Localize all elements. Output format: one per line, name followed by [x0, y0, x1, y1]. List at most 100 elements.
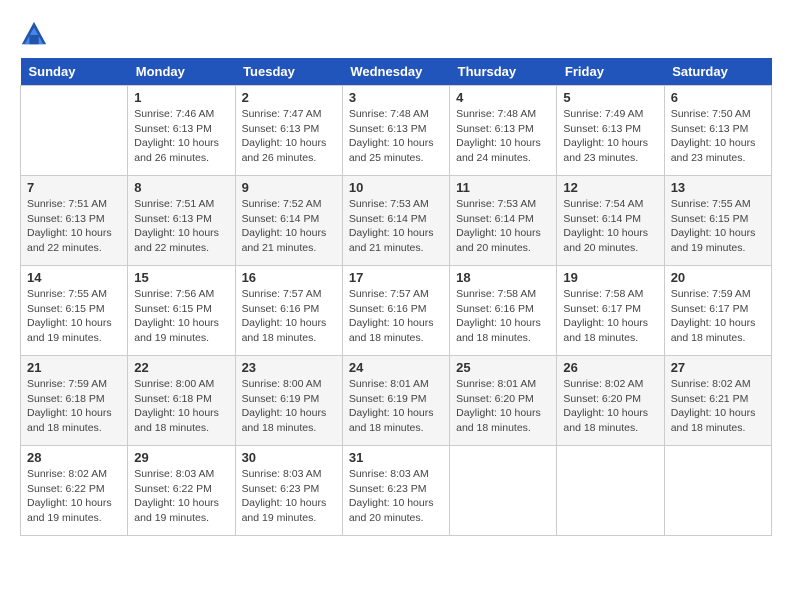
calendar-cell: 13 Sunrise: 7:55 AMSunset: 6:15 PMDayligh… — [664, 176, 771, 266]
day-number: 23 — [242, 360, 336, 375]
calendar-cell: 23Sunrise: 8:00 AMSunset: 6:19 PMDayligh… — [235, 356, 342, 446]
calendar-cell: 14 Sunrise: 7:55 AMSunset: 6:15 PMDayligh… — [21, 266, 128, 356]
day-header-thursday: Thursday — [450, 58, 557, 86]
day-number: 26 — [563, 360, 657, 375]
day-info: Sunrise: 7:57 AMSunset: 6:16 PMDaylight:… — [242, 287, 336, 346]
day-info: Sunrise: 7:52 AMSunset: 6:14 PMDaylight:… — [242, 197, 336, 256]
day-number: 9 — [242, 180, 336, 195]
calendar-cell: 1 Sunrise: 7:46 AMSunset: 6:13 PMDaylight… — [128, 86, 235, 176]
day-info: Sunrise: 7:47 AMSunset: 6:13 PMDaylight:… — [242, 107, 336, 166]
calendar-week-row: 28 Sunrise: 8:02 AMSunset: 6:22 PMDayligh… — [21, 446, 772, 536]
calendar-cell: 2 Sunrise: 7:47 AMSunset: 6:13 PMDaylight… — [235, 86, 342, 176]
calendar-cell: 22 Sunrise: 8:00 AMSunset: 6:18 PMDayligh… — [128, 356, 235, 446]
day-number: 13 — [671, 180, 765, 195]
day-header-tuesday: Tuesday — [235, 58, 342, 86]
calendar-cell: 28 Sunrise: 8:02 AMSunset: 6:22 PMDayligh… — [21, 446, 128, 536]
calendar-cell: 20 Sunrise: 7:59 AMSunset: 6:17 PMDayligh… — [664, 266, 771, 356]
calendar-cell: 29 Sunrise: 8:03 AMSunset: 6:22 PMDayligh… — [128, 446, 235, 536]
day-header-monday: Monday — [128, 58, 235, 86]
day-info: Sunrise: 8:03 AMSunset: 6:23 PMDaylight:… — [349, 467, 443, 526]
calendar-cell: 24 Sunrise: 8:01 AMSunset: 6:19 PMDayligh… — [342, 356, 449, 446]
logo-icon — [20, 20, 48, 48]
day-number: 20 — [671, 270, 765, 285]
calendar-week-row: 7 Sunrise: 7:51 AMSunset: 6:13 PMDaylight… — [21, 176, 772, 266]
day-header-friday: Friday — [557, 58, 664, 86]
day-header-wednesday: Wednesday — [342, 58, 449, 86]
calendar-cell: 3 Sunrise: 7:48 AMSunset: 6:13 PMDaylight… — [342, 86, 449, 176]
calendar-cell — [557, 446, 664, 536]
calendar-cell: 11Sunrise: 7:53 AMSunset: 6:14 PMDayligh… — [450, 176, 557, 266]
calendar-cell: 12 Sunrise: 7:54 AMSunset: 6:14 PMDayligh… — [557, 176, 664, 266]
day-number: 5 — [563, 90, 657, 105]
calendar-cell: 4 Sunrise: 7:48 AMSunset: 6:13 PMDaylight… — [450, 86, 557, 176]
day-info: Sunrise: 7:56 AMSunset: 6:15 PMDaylight:… — [134, 287, 228, 346]
day-number: 3 — [349, 90, 443, 105]
calendar-cell: 17 Sunrise: 7:57 AMSunset: 6:16 PMDayligh… — [342, 266, 449, 356]
day-info: Sunrise: 8:02 AMSunset: 6:20 PMDaylight:… — [563, 377, 657, 436]
day-info: Sunrise: 7:50 AMSunset: 6:13 PMDaylight:… — [671, 107, 765, 166]
day-number: 25 — [456, 360, 550, 375]
day-info: Sunrise: 7:55 AMSunset: 6:15 PMDaylight:… — [27, 287, 121, 346]
day-number: 30 — [242, 450, 336, 465]
day-number: 18 — [456, 270, 550, 285]
day-number: 19 — [563, 270, 657, 285]
day-info: Sunrise: 7:48 AMSunset: 6:13 PMDaylight:… — [349, 107, 443, 166]
day-number: 14 — [27, 270, 121, 285]
day-number: 21 — [27, 360, 121, 375]
calendar-cell — [664, 446, 771, 536]
day-info: Sunrise: 8:01 AMSunset: 6:19 PMDaylight:… — [349, 377, 443, 436]
day-number: 24 — [349, 360, 443, 375]
day-number: 12 — [563, 180, 657, 195]
day-info: Sunrise: 8:03 AMSunset: 6:22 PMDaylight:… — [134, 467, 228, 526]
day-info: Sunrise: 8:03 AMSunset: 6:23 PMDaylight:… — [242, 467, 336, 526]
calendar-week-row: 1 Sunrise: 7:46 AMSunset: 6:13 PMDaylight… — [21, 86, 772, 176]
day-number: 29 — [134, 450, 228, 465]
day-number: 28 — [27, 450, 121, 465]
calendar-cell: 16 Sunrise: 7:57 AMSunset: 6:16 PMDayligh… — [235, 266, 342, 356]
calendar-cell: 31 Sunrise: 8:03 AMSunset: 6:23 PMDayligh… — [342, 446, 449, 536]
calendar-cell: 25 Sunrise: 8:01 AMSunset: 6:20 PMDayligh… — [450, 356, 557, 446]
day-info: Sunrise: 7:49 AMSunset: 6:13 PMDaylight:… — [563, 107, 657, 166]
day-number: 22 — [134, 360, 228, 375]
calendar-week-row: 14 Sunrise: 7:55 AMSunset: 6:15 PMDayligh… — [21, 266, 772, 356]
day-number: 4 — [456, 90, 550, 105]
day-number: 16 — [242, 270, 336, 285]
day-info: Sunrise: 7:48 AMSunset: 6:13 PMDaylight:… — [456, 107, 550, 166]
calendar-cell: 27 Sunrise: 8:02 AMSunset: 6:21 PMDayligh… — [664, 356, 771, 446]
day-number: 15 — [134, 270, 228, 285]
day-info: Sunrise: 7:51 AMSunset: 6:13 PMDaylight:… — [27, 197, 121, 256]
day-info: Sunrise: 7:53 AMSunset: 6:14 PMDaylight:… — [456, 197, 550, 256]
calendar-cell: 6Sunrise: 7:50 AMSunset: 6:13 PMDaylight… — [664, 86, 771, 176]
day-info: Sunrise: 7:54 AMSunset: 6:14 PMDaylight:… — [563, 197, 657, 256]
day-number: 27 — [671, 360, 765, 375]
calendar-cell: 10Sunrise: 7:53 AMSunset: 6:14 PMDayligh… — [342, 176, 449, 266]
day-info: Sunrise: 8:02 AMSunset: 6:22 PMDaylight:… — [27, 467, 121, 526]
day-info: Sunrise: 8:01 AMSunset: 6:20 PMDaylight:… — [456, 377, 550, 436]
day-header-sunday: Sunday — [21, 58, 128, 86]
calendar-cell: 19 Sunrise: 7:58 AMSunset: 6:17 PMDayligh… — [557, 266, 664, 356]
day-info: Sunrise: 7:59 AMSunset: 6:17 PMDaylight:… — [671, 287, 765, 346]
calendar-cell: 30 Sunrise: 8:03 AMSunset: 6:23 PMDayligh… — [235, 446, 342, 536]
day-info: Sunrise: 7:55 AMSunset: 6:15 PMDaylight:… — [671, 197, 765, 256]
day-info: Sunrise: 7:58 AMSunset: 6:17 PMDaylight:… — [563, 287, 657, 346]
day-number: 2 — [242, 90, 336, 105]
calendar-cell — [450, 446, 557, 536]
day-number: 8 — [134, 180, 228, 195]
calendar-cell: 15 Sunrise: 7:56 AMSunset: 6:15 PMDayligh… — [128, 266, 235, 356]
calendar-cell — [21, 86, 128, 176]
calendar-table: SundayMondayTuesdayWednesdayThursdayFrid… — [20, 58, 772, 536]
day-number: 17 — [349, 270, 443, 285]
day-number: 31 — [349, 450, 443, 465]
day-info: Sunrise: 8:02 AMSunset: 6:21 PMDaylight:… — [671, 377, 765, 436]
calendar-week-row: 21 Sunrise: 7:59 AMSunset: 6:18 PMDayligh… — [21, 356, 772, 446]
day-info: Sunrise: 8:00 AMSunset: 6:18 PMDaylight:… — [134, 377, 228, 436]
day-info: Sunrise: 7:46 AMSunset: 6:13 PMDaylight:… — [134, 107, 228, 166]
calendar-cell: 7 Sunrise: 7:51 AMSunset: 6:13 PMDaylight… — [21, 176, 128, 266]
day-info: Sunrise: 7:58 AMSunset: 6:16 PMDaylight:… — [456, 287, 550, 346]
day-number: 10 — [349, 180, 443, 195]
day-info: Sunrise: 7:59 AMSunset: 6:18 PMDaylight:… — [27, 377, 121, 436]
page-header — [20, 20, 772, 48]
day-number: 1 — [134, 90, 228, 105]
day-number: 7 — [27, 180, 121, 195]
day-info: Sunrise: 7:57 AMSunset: 6:16 PMDaylight:… — [349, 287, 443, 346]
